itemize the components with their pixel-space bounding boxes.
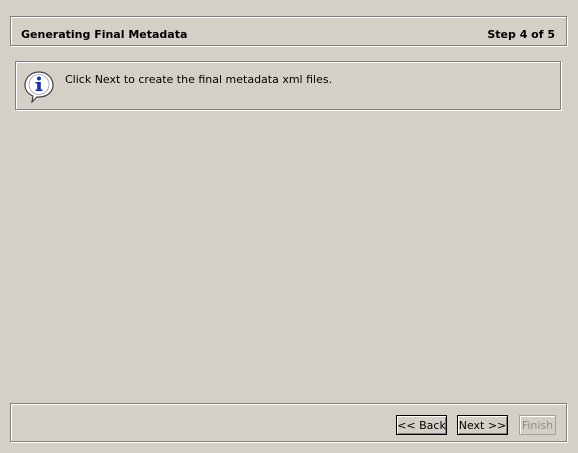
info-icon (22, 69, 56, 104)
back-button[interactable]: << Back (396, 415, 447, 435)
header-panel: Generating Final Metadata Step 4 of 5 (10, 16, 567, 46)
wizard-window: Generating Final Metadata Step 4 of 5 Cl… (0, 0, 578, 453)
next-button[interactable]: Next >> (457, 415, 508, 435)
step-counter: Step 4 of 5 (487, 28, 555, 41)
finish-button: Finish (519, 415, 556, 435)
info-message: Click Next to create the final metadata … (65, 73, 333, 86)
step-title: Generating Final Metadata (21, 28, 188, 41)
footer-panel: << Back Next >> Finish (10, 403, 567, 442)
info-panel: Click Next to create the final metadata … (15, 61, 561, 110)
